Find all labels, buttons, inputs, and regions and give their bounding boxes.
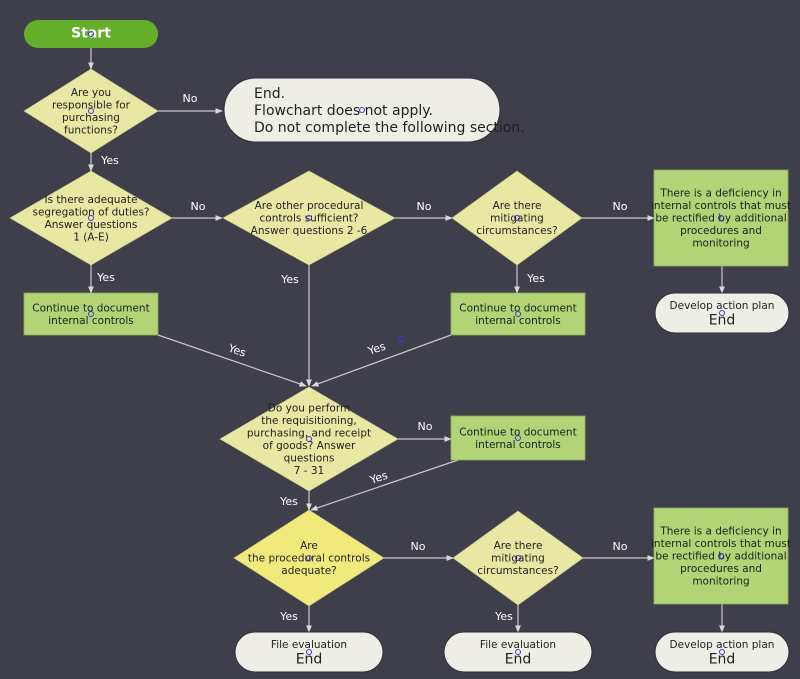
connection-handle-icon[interactable] [398,336,404,342]
edge-label-no: No [613,540,628,553]
node-end-label: End [296,652,323,668]
edge-label-no: No [411,540,426,553]
node-text-line: be rectified by additional [655,551,786,563]
node-text-line: Continue to document [459,426,576,438]
node-text-line: Do not complete the following section. [254,120,525,136]
node-continue-2[interactable]: Continue to documentinternal controls [450,292,586,336]
node-action-plan-1[interactable]: Develop action planEnd [654,292,790,334]
edge-label-yes: Yes [526,272,545,285]
node-q-segregation[interactable]: Is there adequatesegregation of duties?A… [9,170,173,266]
node-text-line: End. [254,86,285,102]
node-text-line: Are [300,540,318,552]
node-text-line: circumstances? [477,565,558,577]
node-text-line: procedures and [680,563,762,575]
node-text-line: Continue to document [32,302,149,314]
node-text-line: There is a deficiency in [659,526,781,538]
node-text-line: circumstances? [476,225,557,237]
edge-label-no: No [183,92,198,105]
node-text-line: mitigating [491,553,545,565]
node-text-line: Start [71,26,111,42]
node-start[interactable]: Start [24,20,158,48]
edge-label-yes: Yes [226,341,248,359]
node-text-line: Are there [493,200,542,212]
node-text-line: internal controls that must [651,200,791,212]
edge-label-yes: Yes [96,271,115,284]
node-text-line: responsible for [52,99,131,111]
node-text-line: monitoring [692,238,749,250]
node-end-label: End [709,313,736,329]
nodes-layer: Start Are youresponsible forpurchasingfun… [9,20,791,673]
node-text-line: controls sufficient? [260,213,359,225]
node-text-line: Flowchart does not apply. [254,103,433,119]
edge-label-yes: Yes [365,340,387,358]
node-end-label: End [709,652,736,668]
node-text-line: There is a deficiency in [659,188,781,200]
node-text-line: functions? [64,124,118,136]
node-action-plan-2[interactable]: Develop action planEnd [654,631,790,673]
node-text-line: Answer questions 2 -6 [251,225,368,237]
node-text-line: Are other procedural [255,200,364,212]
flowchart-canvas: Start Are youresponsible forpurchasingfun… [9,20,791,673]
node-continue-1[interactable]: Continue to documentinternal controls [23,292,159,336]
node-q-mitigating-1[interactable]: Are theremitigatingcircumstances? [451,170,583,266]
edge-label-yes: Yes [494,610,513,623]
edge-label-no: No [613,200,628,213]
node-file-eval-2[interactable]: File evaluationEnd [443,631,593,673]
node-text-line: the requisitioning, [261,415,356,427]
node-text-line: Are you [71,87,111,99]
edge-label-yes: Yes [100,154,119,167]
node-text-line: questions [284,452,335,464]
edge-label-no: No [418,420,433,433]
edge-label-yes: Yes [279,610,298,623]
node-deficiency-1[interactable]: There is a deficiency ininternal control… [651,169,791,267]
node-text-line: be rectified by additional [655,213,786,225]
node-text-line: Continue to document [459,302,576,314]
node-text-line: Do you perform [268,402,350,414]
edge-label-no: No [417,200,432,213]
node-text-line: Is there adequate [45,194,138,206]
node-text-line: 7 - 31 [294,465,325,477]
edge-label-yes: Yes [280,273,299,286]
edge-label-yes: Yes [279,495,298,508]
node-text-line: procedures and [680,225,762,237]
node-text-line: adequate? [281,565,336,577]
node-deficiency-2[interactable]: There is a deficiency ininternal control… [651,507,791,605]
edge-label-no: No [191,200,206,213]
node-text-line: 1 (A-E) [73,231,109,243]
node-continue-3[interactable]: Continue to documentinternal controls [450,415,586,461]
node-q-other-controls[interactable]: Are other proceduralcontrols sufficient?… [222,170,396,266]
node-q-mitigating-2[interactable]: Are theremitigatingcircumstances? [452,510,584,606]
node-text-line: Are there [494,540,543,552]
node-q-responsible[interactable]: Are youresponsible forpurchasingfunction… [23,68,159,154]
node-text-line: internal controls that must [651,538,791,550]
node-file-eval-1[interactable]: File evaluationEnd [234,631,384,673]
node-text-line: segregation of duties? [32,206,149,218]
node-q-procedural-adequate[interactable]: Arethe procedural controlsadequate? [233,509,385,607]
node-text-line: mitigating [490,213,544,225]
node-text-line: monitoring [692,576,749,588]
node-text-line: purchasing, and receipt [247,427,371,439]
node-end-not-apply[interactable]: End.Flowchart does not apply.Do not comp… [223,77,525,143]
node-text-line: the procedural controls [248,553,370,565]
node-end-label: End [505,652,532,668]
